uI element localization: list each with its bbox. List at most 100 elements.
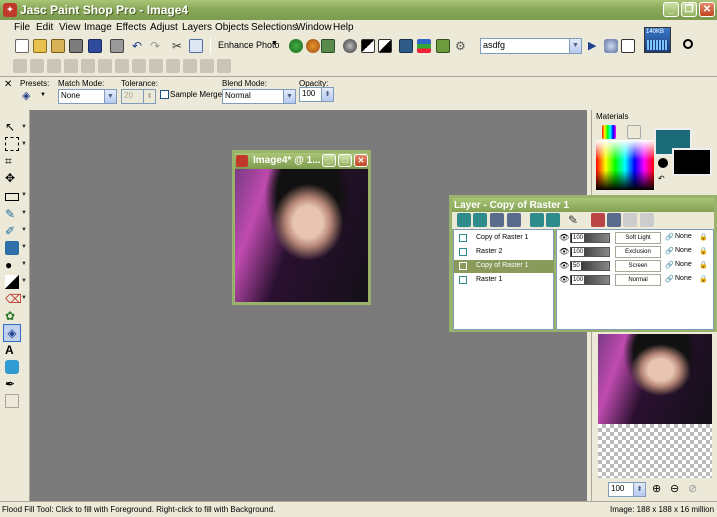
print-icon[interactable] <box>110 39 124 53</box>
pan-pointer-tool-icon[interactable]: ↖ <box>5 120 19 134</box>
overview-zoom-input[interactable]: 100 ⬍ <box>608 482 646 497</box>
close-button[interactable]: ✕ <box>699 2 715 17</box>
flood-fill-tool-icon[interactable]: ◈ <box>3 324 21 342</box>
sharpen-icon[interactable] <box>436 39 450 53</box>
contrast-icon[interactable] <box>361 39 375 53</box>
visibility-eye-icon[interactable]: 👁 <box>559 261 569 270</box>
opacity-slider[interactable]: 100 <box>570 233 610 243</box>
cut-icon[interactable]: ✂ <box>172 39 186 53</box>
color-spectrum[interactable] <box>596 140 654 190</box>
new-raster-layer-icon[interactable] <box>457 213 471 227</box>
layers-palette[interactable]: Layer - Copy of Raster 1 ✎ Copy of Raste… <box>449 195 717 332</box>
tool-options-icon[interactable] <box>132 59 146 73</box>
mixer-icon[interactable] <box>183 59 197 73</box>
background-swatch[interactable] <box>672 148 712 176</box>
dodge-tool-icon[interactable]: ● <box>5 258 19 272</box>
lock-icon[interactable]: 🔒 <box>699 261 708 269</box>
blend-mode-select[interactable]: Normal ▼ <box>222 89 296 104</box>
picture-tube-tool-icon[interactable]: ✿ <box>5 309 19 323</box>
presets-dropdown-icon[interactable]: ▼ <box>40 92 46 98</box>
browser-icon[interactable] <box>13 59 27 73</box>
merge-layer-icon[interactable] <box>623 213 637 227</box>
script-edit-icon[interactable] <box>604 39 618 53</box>
brush-variance-icon[interactable] <box>166 59 180 73</box>
image-maximize-button[interactable]: □ <box>338 154 352 167</box>
close-tool-options-icon[interactable]: ✕ <box>4 79 12 90</box>
menu-layers[interactable]: Layers <box>182 22 212 33</box>
link-icon[interactable]: 🔗 <box>665 247 674 255</box>
one-step-fix-icon[interactable] <box>289 39 303 53</box>
blend-mode-dropdown-icon[interactable]: ▼ <box>283 90 295 103</box>
blend-mode-field[interactable]: Screen <box>615 260 661 272</box>
promote-layer-icon[interactable] <box>640 213 654 227</box>
layer-row[interactable]: Copy of Raster 1 <box>454 232 554 245</box>
history-icon[interactable] <box>81 59 95 73</box>
context-help-icon[interactable] <box>683 39 693 49</box>
link-icon[interactable]: 🔗 <box>665 275 674 283</box>
zoom-actual-icon[interactable]: ⊘ <box>688 482 702 496</box>
new-vector-layer-icon[interactable] <box>473 213 487 227</box>
new-mask-icon[interactable] <box>507 213 521 227</box>
smudge-tool-icon[interactable] <box>5 275 19 289</box>
script-select-dropdown-icon[interactable]: ▼ <box>569 39 581 53</box>
photo-fix-icon[interactable] <box>321 39 335 53</box>
blend-mode-field[interactable]: Exclusion <box>615 246 661 258</box>
delete-layer-icon[interactable] <box>591 213 605 227</box>
pen-tool-icon[interactable]: ✒ <box>5 377 19 391</box>
script-output-icon[interactable] <box>115 59 129 73</box>
link-icon[interactable]: 🔗 <box>665 261 674 269</box>
layer-row[interactable]: Raster 2 <box>454 246 554 259</box>
foreground-style-icon[interactable] <box>658 158 668 168</box>
menu-effects[interactable]: Effects <box>116 22 146 33</box>
visibility-eye-icon[interactable]: 👁 <box>559 247 569 256</box>
preset-shape-tool-icon[interactable] <box>5 360 19 374</box>
layers-icon[interactable] <box>47 59 61 73</box>
menu-view[interactable]: View <box>59 22 81 33</box>
link-layer-icon[interactable] <box>607 213 621 227</box>
color-balance-icon[interactable] <box>306 39 320 53</box>
opacity-slider[interactable]: 50 <box>570 261 610 271</box>
lock-icon[interactable]: 🔒 <box>699 275 708 283</box>
new-file-icon[interactable] <box>15 39 29 53</box>
image-close-button[interactable]: ✕ <box>354 154 368 167</box>
match-mode-select[interactable]: None ▼ <box>58 89 117 104</box>
redo-icon[interactable]: ↷ <box>150 39 164 53</box>
visibility-eye-icon[interactable]: 👁 <box>559 233 569 242</box>
paint-brush-tool-icon[interactable]: ✎ <box>5 207 19 221</box>
opacity-input[interactable]: 100 ⬍ <box>299 87 334 102</box>
menu-objects[interactable]: Objects <box>215 22 249 33</box>
blend-mode-field[interactable]: Normal <box>615 274 661 286</box>
settings-gear-icon[interactable]: ⚙ <box>455 39 469 53</box>
image-canvas[interactable] <box>235 169 368 302</box>
menu-window[interactable]: Window <box>296 22 332 33</box>
run-script-icon[interactable]: ▶ <box>588 39 602 53</box>
save-icon[interactable] <box>88 39 102 53</box>
zoom-out-icon[interactable]: ⊖ <box>670 482 684 496</box>
overview-zoom-spinner-icon[interactable]: ⬍ <box>633 483 645 496</box>
menu-edit[interactable]: Edit <box>36 22 53 33</box>
brightness-icon[interactable] <box>378 39 392 53</box>
menu-adjust[interactable]: Adjust <box>150 22 178 33</box>
tolerance-input[interactable]: 20 ⬍ <box>121 89 156 104</box>
swatches-tab-icon[interactable] <box>627 125 641 139</box>
text-tool-icon[interactable]: A <box>5 343 19 357</box>
menu-selections[interactable]: Selections <box>251 22 297 33</box>
selection-tool-icon[interactable] <box>5 137 19 151</box>
scan-icon[interactable] <box>69 39 83 53</box>
match-mode-dropdown-icon[interactable]: ▼ <box>104 90 116 103</box>
script-select[interactable]: asdfg ▼ <box>480 38 582 54</box>
duplicate-layer-icon[interactable] <box>530 213 544 227</box>
restore-button[interactable]: ❐ <box>681 2 697 17</box>
blend-mode-field[interactable]: Soft Light <box>615 232 661 244</box>
browse-icon[interactable] <box>51 39 65 53</box>
lock-icon[interactable]: 🔒 <box>699 247 708 255</box>
layer-properties-icon[interactable]: ✎ <box>568 213 582 227</box>
image-window[interactable]: Image4* @ 1... _ □ ✕ <box>232 150 371 305</box>
histogram-icon[interactable] <box>399 39 413 53</box>
overview-icon[interactable] <box>98 59 112 73</box>
frame-tab-icon[interactable] <box>602 125 616 139</box>
opacity-slider[interactable]: 100 <box>570 275 610 285</box>
materials-icon[interactable] <box>64 59 78 73</box>
open-folder-icon[interactable] <box>33 39 47 53</box>
move-tool-icon[interactable]: ✥ <box>5 171 19 185</box>
